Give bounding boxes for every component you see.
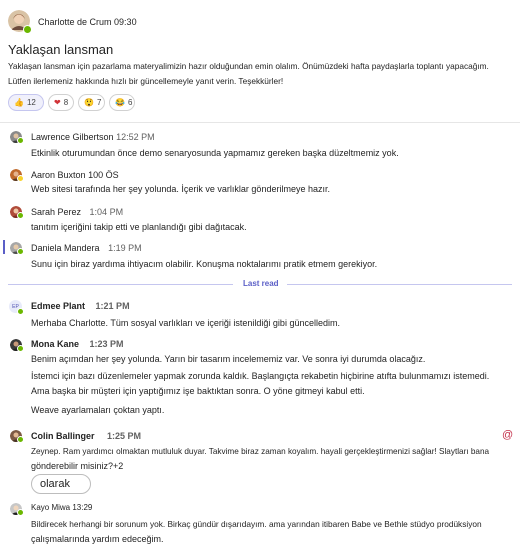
reply-message: çalışmalarında yardım edeceğim. [31,534,164,544]
presence-available-icon [17,509,24,516]
reaction-laugh-button[interactable]: 😂 6 [109,94,135,111]
surprised-icon: 😲 [84,98,94,107]
reply-time: 1:23 PM [89,339,124,349]
reply-avatar[interactable] [10,130,24,144]
reply-message: Bildirecek herhangi bir sorunum yok. Bir… [31,519,482,529]
reply-message: Benim açımdan her şey yolunda. Yarın bir… [31,354,426,364]
post-author[interactable]: Charlotte de Crum 09:30 [38,17,137,27]
reply-chip[interactable]: olarak [31,474,91,494]
reply-header: Aaron Buxton 100 ÖS [31,170,119,180]
reply-time: 1:19 PM [108,243,142,253]
reply-avatar[interactable] [10,168,24,182]
presence-available-icon [17,345,24,352]
reply-avatar[interactable] [10,205,24,219]
reply-message: İstemci için bazı düzenlemeler yapmak zo… [31,371,490,381]
reply-message: tanıtım içeriğini takip etti ve planland… [31,222,247,232]
reply-author[interactable]: Edmee Plant [31,301,85,311]
reply-avatar[interactable] [10,241,24,255]
post-title: Yaklaşan lansman [8,42,114,57]
presence-available-icon [17,308,24,315]
reply-time: 12:52 PM [116,132,155,142]
last-read-line [287,284,512,285]
presence-available-icon [17,137,24,144]
reply-time: 1:25 PM [107,431,142,441]
post-body-line: Lütfen ilerlemeniz hakkında hızlı bir gü… [8,76,284,86]
last-read-line [8,284,233,285]
reply-header: Colin Ballinger 1:25 PM [31,431,141,441]
reply-avatar[interactable] [10,338,24,352]
reply-header: Kayo Miwa 13:29 [31,503,92,512]
presence-available-icon [17,212,24,219]
reply-message: Zeynep. Ram yardımcı olmaktan mutluluk d… [31,447,490,456]
reply-author[interactable]: Sarah Perez [31,207,81,217]
reply-author[interactable]: Daniela Mandera [31,243,100,253]
post-body-line: Yaklaşan lansman için pazarlama materyal… [8,61,489,71]
post-time: 09:30 [114,17,137,27]
reply-message: Sunu için biraz yardıma ihtiyacım olabil… [31,259,378,269]
reply-message: Merhaba Charlotte. Tüm sosyal varlıkları… [31,318,340,328]
reply-header: Sarah Perez 1:04 PM [31,207,123,217]
reply-author[interactable]: Lawrence Gilbertson [31,132,114,142]
reaction-surprised-button[interactable]: 😲 7 [78,94,105,111]
thumbs-up-icon: 👍 [14,98,24,107]
reply-time: Buxton 100 ÖS [57,170,119,180]
reply-time: 13:29 [72,503,93,512]
presence-available-icon [17,436,24,443]
reply-author[interactable]: Aaron [31,170,55,180]
laugh-icon: 😂 [115,98,125,107]
reply-time: 1:04 PM [89,207,124,217]
reply-avatar[interactable] [10,429,24,443]
reply-author[interactable]: Mona Kane [31,339,79,349]
reply-header: Mona Kane 1:23 PM [31,339,124,349]
reaction-like-button[interactable]: 👍 12 [8,94,44,111]
heart-icon: ❤ [54,98,61,107]
presence-available-icon [23,25,32,34]
last-read-label: Last read [243,279,279,288]
post-divider [0,122,520,123]
reply-author[interactable]: Kayo Miwa [31,503,70,512]
reply-message: gönderebilir misiniz?+2 [31,461,124,471]
unread-marker [3,240,5,254]
author-avatar[interactable] [8,10,32,34]
presence-available-icon [17,248,24,255]
presence-away-icon [17,175,24,182]
reply-author[interactable]: Colin Ballinger [31,431,95,441]
mention-icon: @ [502,429,514,441]
reply-header: Edmee Plant 1:21 PM [31,301,130,311]
reply-header: Daniela Mandera 1:19 PM [31,243,142,253]
reaction-heart-button[interactable]: ❤ 8 [48,94,74,111]
reply-time: 1:21 PM [95,301,130,311]
reply-message: Web sitesi tarafında her şey yolunda. İç… [31,184,330,194]
reply-message: Weave ayarlamaları çoktan yaptı. [31,405,165,415]
reply-avatar[interactable] [10,502,24,516]
reply-avatar[interactable]: EP [9,300,24,315]
reply-header: Lawrence Gilbertson 12:52 PM [31,132,155,142]
reply-message: Etkinlik oturumundan önce demo senaryosu… [31,148,399,158]
reply-message: Ama başka bir müşteri için yaptığımız iş… [31,386,365,396]
